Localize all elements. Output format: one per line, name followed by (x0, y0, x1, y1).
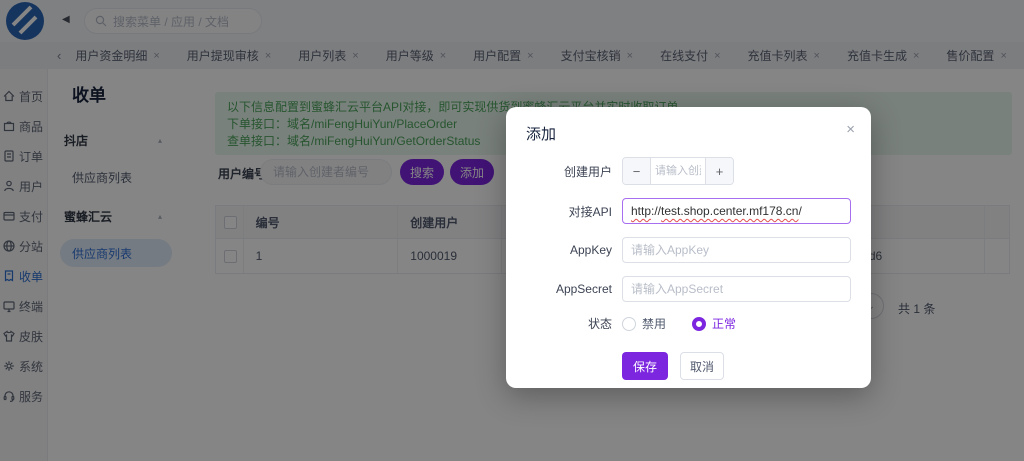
cancel-button[interactable]: 取消 (680, 352, 724, 380)
appsecret-field-label: AppSecret (526, 282, 612, 296)
radio-circle-icon (622, 317, 636, 331)
modal-close-icon[interactable]: × (846, 121, 855, 138)
creator-field-label: 创建用户 (526, 163, 612, 180)
status-radio-disabled[interactable]: 禁用 (622, 315, 666, 332)
save-button[interactable]: 保存 (622, 352, 668, 380)
api-field-label: 对接API (526, 203, 612, 220)
creator-stepper: − + (622, 157, 734, 185)
appkey-input[interactable] (622, 237, 851, 263)
add-modal: 添加 × 创建用户 − + 对接API http://test.shop.cen… (506, 107, 871, 388)
appkey-field-label: AppKey (526, 243, 612, 257)
app-root: ◀ 搜索菜单 / 应用 / 文档 ‹ 用户资金明细× 用户提现审核× 用户列表×… (0, 0, 1024, 461)
status-radio-group: 禁用 正常 (622, 315, 762, 332)
radio-circle-icon (692, 317, 706, 331)
modal-title: 添加 (526, 123, 851, 144)
api-input[interactable]: http://test.shop.center.mf178.cn/ (622, 198, 851, 224)
status-radio-normal[interactable]: 正常 (692, 315, 736, 332)
appsecret-input[interactable] (622, 276, 851, 302)
stepper-plus-button[interactable]: + (705, 158, 733, 184)
creator-stepper-input[interactable] (651, 158, 705, 184)
status-field-label: 状态 (526, 315, 612, 332)
stepper-minus-button[interactable]: − (623, 158, 651, 184)
